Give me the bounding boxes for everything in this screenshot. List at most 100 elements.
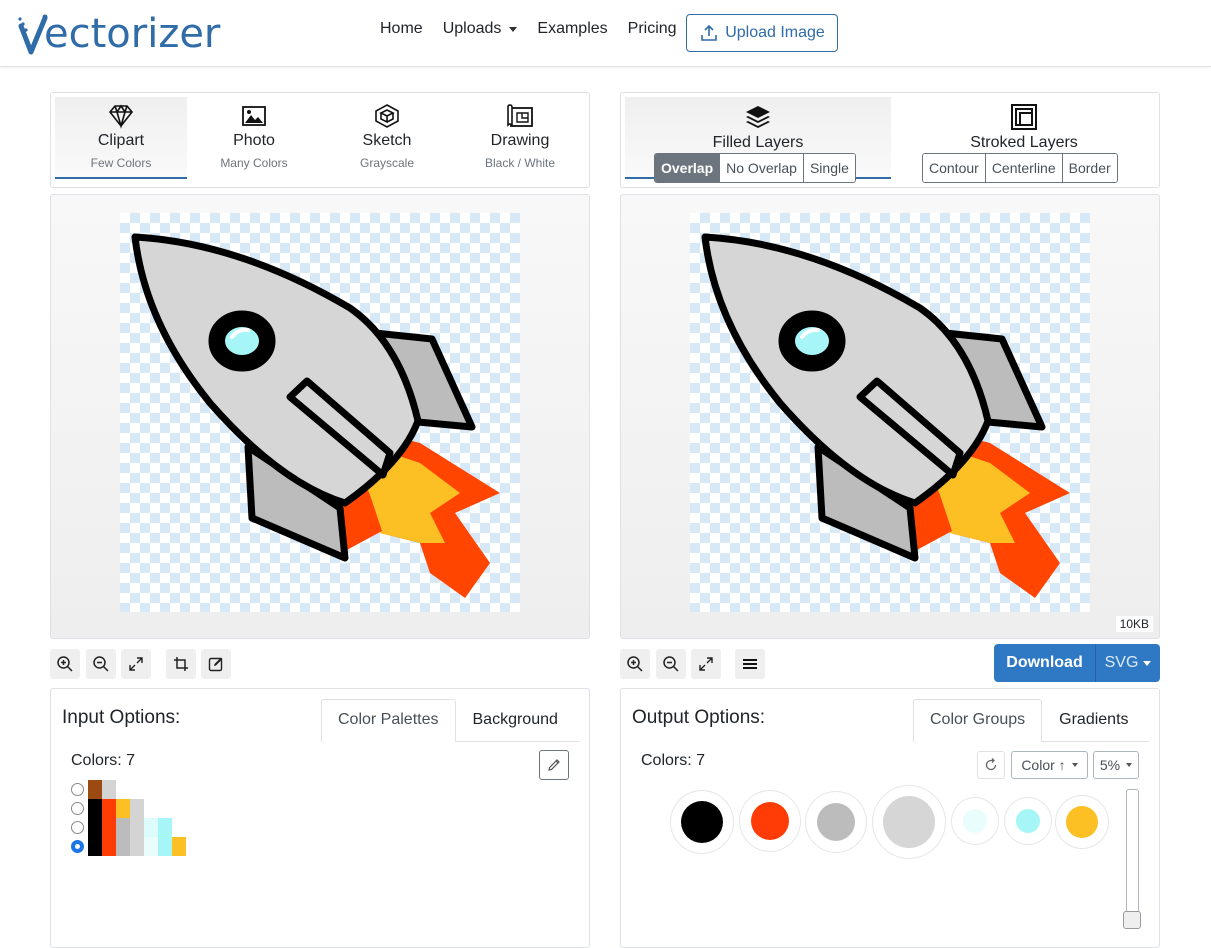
color-group-gray[interactable]	[806, 792, 866, 852]
single-option[interactable]: Single	[803, 154, 855, 182]
output-zoom-in-button[interactable]	[620, 649, 650, 679]
color-group-light-gray[interactable]	[873, 786, 945, 858]
palette-swatch	[116, 799, 130, 818]
upload-image-button[interactable]: Upload Image	[686, 14, 838, 52]
mode-title: Filled Layers	[712, 134, 804, 151]
mode-subtitle: Grayscale	[359, 156, 415, 170]
chevron-down-icon	[1143, 660, 1152, 666]
nav-uploads-label: Uploads	[442, 20, 502, 37]
brand-name: ectorizer	[44, 11, 221, 57]
mode-drawing-tab[interactable]: Drawing Black / White	[454, 97, 586, 179]
crop-button[interactable]	[166, 649, 196, 679]
tab-color-palettes[interactable]: Color Palettes	[321, 699, 456, 742]
mode-sketch-tab[interactable]: Sketch Grayscale	[321, 97, 453, 179]
sort-label: Color ↑	[1021, 757, 1066, 773]
tab-gradients[interactable]: Gradients	[1042, 699, 1145, 741]
palette-radio[interactable]	[71, 821, 84, 834]
brand-logo[interactable]: ectorizer	[18, 10, 220, 56]
zoom-in-icon	[627, 656, 643, 672]
palette-swatch	[102, 780, 116, 799]
mode-subtitle: Black / White	[484, 156, 556, 170]
expand-icon	[699, 657, 713, 671]
edit-button[interactable]	[201, 649, 231, 679]
blueprint-icon	[507, 104, 533, 127]
mode-title: Drawing	[490, 132, 550, 149]
threshold-dropdown[interactable]: 5%	[1093, 751, 1139, 779]
nav-uploads[interactable]: Uploads	[443, 20, 518, 38]
mode-clipart-tab[interactable]: Clipart Few Colors	[55, 97, 187, 179]
overlap-option[interactable]: Overlap	[655, 154, 721, 182]
transparency-grid	[120, 213, 520, 612]
mode-subtitle: Many Colors	[220, 156, 288, 170]
transparency-grid	[690, 213, 1090, 612]
fit-view-button[interactable]	[121, 649, 151, 679]
zoom-out-icon	[93, 656, 109, 672]
download-button[interactable]: Download	[994, 644, 1096, 682]
color-swatch	[963, 809, 987, 833]
chevron-down-icon	[509, 26, 518, 32]
refresh-icon	[985, 758, 997, 771]
palette-swatch	[88, 837, 102, 856]
color-group-cyan[interactable]	[1005, 798, 1051, 844]
diamond-icon	[108, 104, 134, 129]
contour-option[interactable]: Contour	[923, 154, 986, 182]
palette-swatch	[144, 818, 158, 837]
zoom-in-button[interactable]	[50, 649, 80, 679]
sort-dropdown[interactable]: Color ↑	[1011, 751, 1088, 779]
zoom-out-button[interactable]	[86, 649, 116, 679]
color-group-red[interactable]	[740, 791, 800, 851]
color-group-yellow[interactable]	[1056, 796, 1108, 848]
chevron-down-icon	[1126, 763, 1133, 767]
color-swatch	[1016, 809, 1040, 833]
color-groups-scroll-handle[interactable]	[1123, 911, 1141, 929]
palette-radio[interactable]	[71, 802, 84, 815]
color-swatch	[1066, 806, 1098, 838]
format-label: SVG	[1104, 654, 1139, 671]
navbar: ectorizer Home Uploads Examples Pricing …	[0, 0, 1211, 67]
image-icon	[242, 106, 266, 126]
logo-mark-icon	[18, 14, 48, 55]
output-fit-view-button[interactable]	[691, 649, 721, 679]
color-swatch	[681, 801, 723, 843]
filled-mode-options: Overlap No Overlap Single	[654, 153, 856, 183]
no-overlap-option[interactable]: No Overlap	[720, 154, 804, 182]
edit-palette-button[interactable]	[539, 750, 569, 780]
palette-option-1[interactable]	[71, 780, 116, 799]
stroked-mode-options: Contour Centerline Border	[922, 153, 1118, 183]
reset-colors-button[interactable]	[977, 751, 1005, 779]
nav-home[interactable]: Home	[380, 20, 423, 38]
palette-option-3[interactable]	[71, 818, 172, 837]
palette-radio-selected[interactable]	[71, 840, 84, 853]
input-mode-panel: Clipart Few Colors Photo Many Colors Ske…	[50, 92, 590, 188]
tab-color-groups[interactable]: Color Groups	[913, 699, 1043, 742]
layers-menu-button[interactable]	[735, 649, 765, 679]
zoom-in-icon	[57, 656, 73, 672]
download-button-group: Download SVG	[994, 644, 1160, 682]
tab-background[interactable]: Background	[456, 699, 575, 741]
centerline-option[interactable]: Centerline	[985, 154, 1063, 182]
output-zoom-out-button[interactable]	[656, 649, 686, 679]
color-swatch	[751, 802, 789, 840]
format-dropdown[interactable]: SVG	[1096, 644, 1160, 682]
palette-swatch	[88, 780, 102, 799]
palette-option-4[interactable]	[71, 837, 186, 856]
color-swatch	[817, 803, 855, 841]
border-option[interactable]: Border	[1062, 154, 1117, 182]
color-group-pale-cyan[interactable]	[952, 798, 998, 844]
nav-pricing[interactable]: Pricing	[628, 20, 677, 38]
output-canvas[interactable]: 10KB	[620, 194, 1160, 639]
zoom-out-icon	[663, 656, 679, 672]
palette-option-2[interactable]	[71, 799, 144, 818]
color-groups-scrollbar[interactable]	[1126, 789, 1139, 929]
output-mode-panel: Filled Layers Overlap No Overlap Single …	[620, 92, 1160, 188]
output-rocket-image	[701, 233, 1070, 598]
nav-examples[interactable]: Examples	[537, 20, 607, 38]
input-options-tabs: Color Palettes Background	[321, 699, 579, 742]
palette-swatch	[88, 799, 102, 818]
palette-radio[interactable]	[71, 783, 84, 796]
input-canvas[interactable]	[50, 194, 590, 639]
color-group-black[interactable]	[671, 791, 733, 853]
mode-photo-tab[interactable]: Photo Many Colors	[188, 97, 320, 179]
palette-swatch	[130, 818, 144, 837]
color-swatch	[883, 796, 935, 848]
